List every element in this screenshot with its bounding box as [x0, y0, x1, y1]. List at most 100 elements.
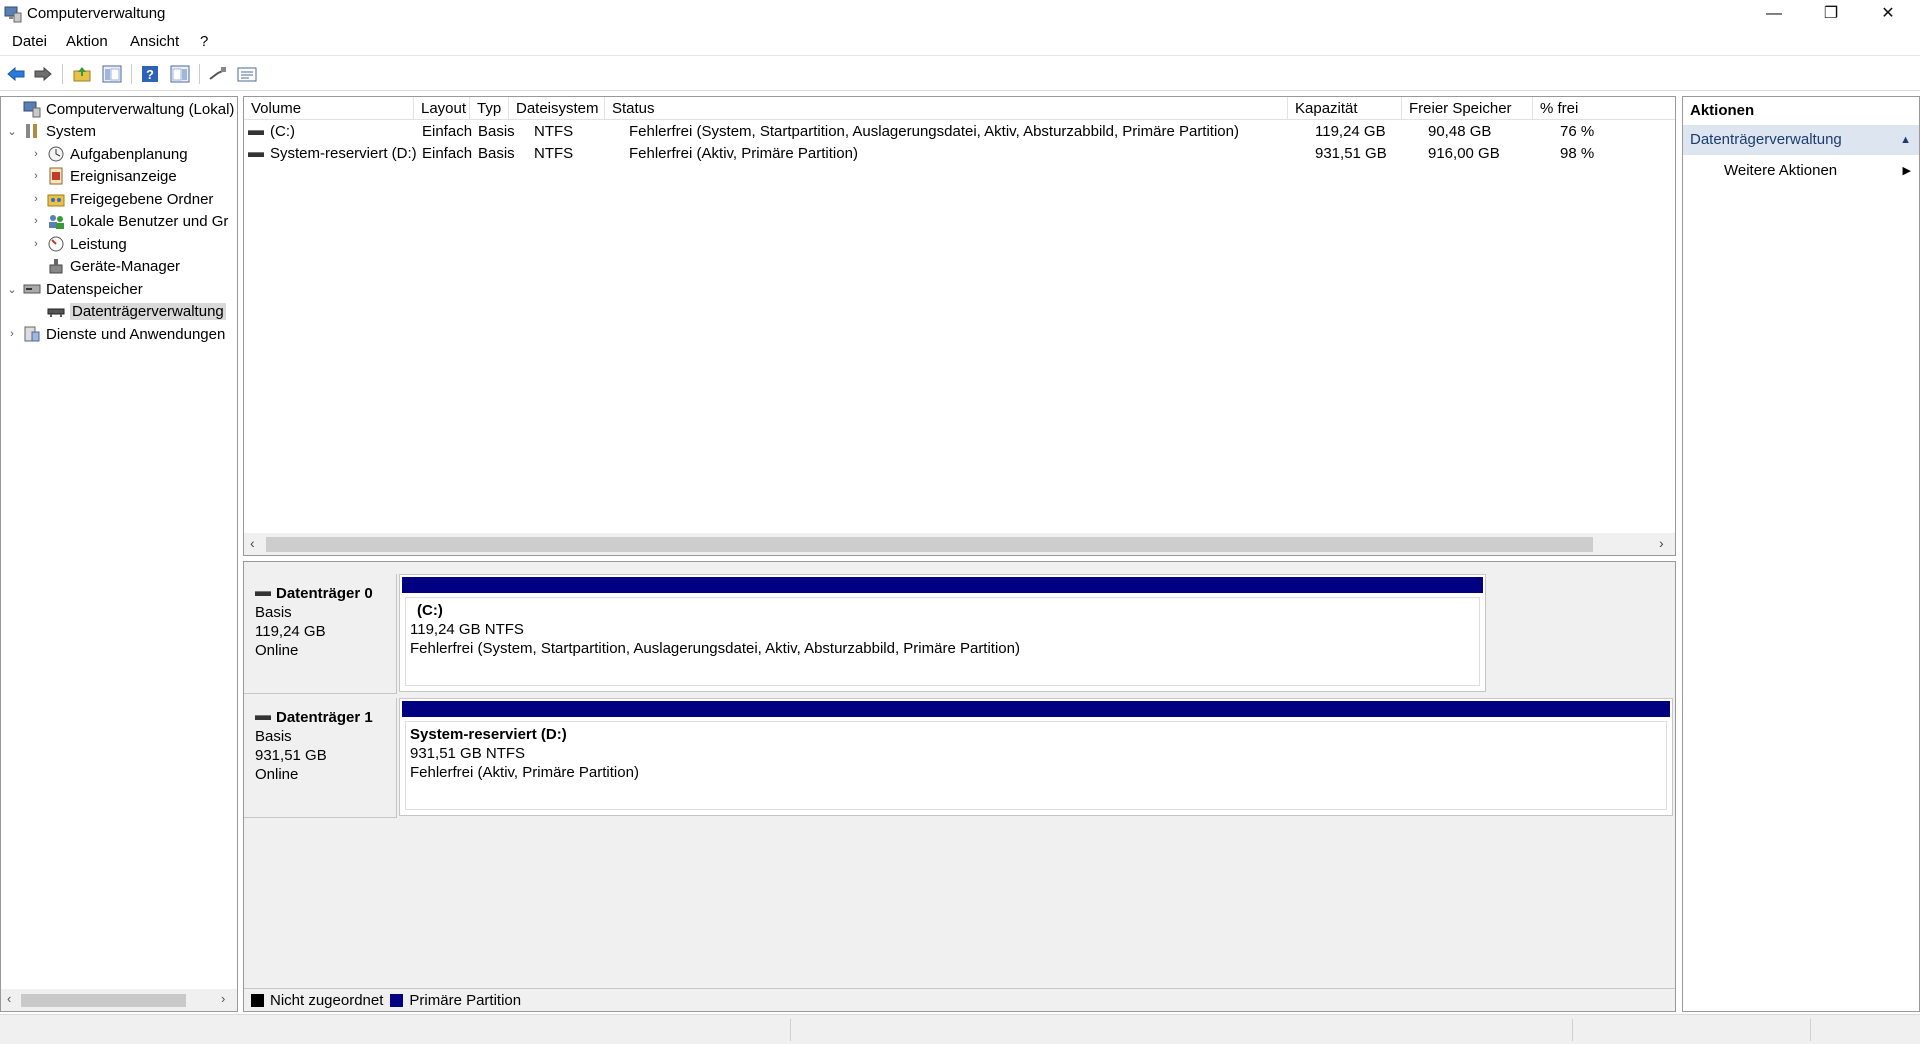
tree-item-label: Freigegebene Ordner: [70, 190, 214, 208]
table-row[interactable]: System-reserviert (D:) Einfach Basis NTF…: [244, 143, 1675, 165]
partition-c[interactable]: (C:) 119,24 GB NTFS Fehlerfrei (System, …: [399, 574, 1486, 692]
partition-d[interactable]: System-reserviert (D:) 931,51 GB NTFS Fe…: [399, 698, 1673, 816]
partition-d-details: System-reserviert (D:) 931,51 GB NTFS Fe…: [405, 721, 1667, 810]
status-divider: [790, 1019, 791, 1041]
actions-section-datentraegerverwaltung[interactable]: Datenträgerverwaltung ▲: [1683, 125, 1919, 155]
disk-icon: [255, 715, 271, 720]
scroll-left-icon[interactable]: ‹: [7, 991, 11, 1006]
toolbar-separator: [62, 64, 63, 84]
svg-text:?: ?: [146, 67, 154, 82]
cell-layout: Einfach: [422, 123, 473, 140]
storage-icon: [23, 284, 41, 294]
show-hide-console-tree-icon[interactable]: [101, 63, 123, 85]
expand-chevron-icon[interactable]: ›: [29, 238, 43, 250]
column-header-freier-speicher[interactable]: Freier Speicher: [1402, 97, 1533, 120]
actions-header: Aktionen: [1690, 102, 1755, 119]
scroll-right-icon[interactable]: ›: [221, 991, 225, 1006]
tree-item-computerverwaltung[interactable]: Computerverwaltung (Lokal): [5, 98, 234, 120]
expand-chevron-icon[interactable]: ›: [29, 193, 43, 205]
tree-item-label: Dienste und Anwendungen: [46, 325, 226, 343]
expand-chevron-icon[interactable]: ›: [29, 170, 43, 182]
tree-item-label: Geräte-Manager: [70, 257, 181, 275]
tree-horizontal-scrollbar[interactable]: ‹ ›: [1, 989, 237, 1011]
tree-item-label: Computerverwaltung (Lokal): [46, 100, 235, 118]
tree-item-aufgabenplanung[interactable]: › Aufgabenplanung: [29, 143, 188, 165]
primary-partition-bar: [402, 701, 1670, 717]
collapse-chevron-icon[interactable]: ⌄: [5, 125, 19, 138]
tree-item-lokale-benutzer[interactable]: › Lokale Benutzer und Gr: [29, 210, 228, 232]
menu-aktion[interactable]: Aktion: [66, 33, 108, 50]
minimize-button[interactable]: —: [1746, 0, 1802, 28]
column-header-status[interactable]: Status: [605, 97, 1288, 120]
disk-1-info[interactable]: Datenträger 1 Basis 931,51 GB Online: [244, 698, 397, 818]
tree-item-datentraegerverwaltung[interactable]: Datenträgerverwaltung: [29, 300, 226, 322]
status-divider: [1810, 1019, 1811, 1041]
cell-typ: Basis: [478, 145, 515, 162]
column-header-typ[interactable]: Typ: [470, 97, 509, 120]
forward-arrow-icon[interactable]: [32, 63, 54, 85]
disk-0-name: Datenträger 0: [255, 584, 396, 603]
tree-item-ereignisanzeige[interactable]: › Ereignisanzeige: [29, 165, 177, 187]
disk-0-info[interactable]: Datenträger 0 Basis 119,24 GB Online: [244, 574, 397, 694]
scroll-right-icon[interactable]: ›: [1659, 535, 1664, 551]
scrollbar-thumb[interactable]: [21, 994, 186, 1007]
help-icon[interactable]: ?: [139, 63, 161, 85]
tree-item-label: Leistung: [70, 235, 127, 253]
toolbar-separator: [199, 64, 200, 84]
tree-item-leistung[interactable]: › Leistung: [29, 233, 127, 255]
action-weitere-aktionen[interactable]: Weitere Aktionen ▶: [1683, 157, 1919, 185]
column-header-dateisystem[interactable]: Dateisystem: [509, 97, 605, 120]
cell-status: Fehlerfrei (System, Startpartition, Ausl…: [629, 123, 1239, 140]
collapse-up-icon[interactable]: ▲: [1900, 125, 1911, 155]
expand-chevron-icon[interactable]: ›: [5, 328, 19, 340]
event-viewer-icon: [49, 167, 63, 185]
disk-1-state: Online: [255, 766, 299, 783]
cell-dateisystem: NTFS: [534, 145, 574, 162]
column-header-layout[interactable]: Layout: [414, 97, 470, 120]
tree-item-system[interactable]: ⌄ System: [5, 120, 96, 142]
tree-item-freigegebene-ordner[interactable]: › Freigegebene Ordner: [29, 188, 213, 210]
column-header-kapazitaet[interactable]: Kapazität: [1288, 97, 1402, 120]
tree-item-geraete-manager[interactable]: Geräte-Manager: [29, 255, 180, 277]
maximize-button[interactable]: ❐: [1803, 0, 1859, 28]
connect-icon[interactable]: [207, 63, 229, 85]
computer-management-icon: [23, 101, 41, 118]
table-row[interactable]: (C:) Einfach Basis NTFS Fehlerfrei (Syst…: [244, 121, 1675, 143]
close-button[interactable]: ✕: [1860, 0, 1916, 28]
volume-icon: [248, 129, 264, 135]
column-header-prozent-frei[interactable]: % frei: [1533, 97, 1675, 120]
properties-icon[interactable]: [236, 63, 258, 85]
services-apps-icon: [24, 326, 40, 342]
volume-list-horizontal-scrollbar[interactable]: ‹ ›: [244, 533, 1675, 555]
shared-folders-icon: [47, 194, 65, 207]
tree-item-label: Datenträgerverwaltung: [70, 302, 226, 320]
task-scheduler-icon: [48, 146, 64, 162]
cell-typ: Basis: [478, 123, 515, 140]
collapse-chevron-icon[interactable]: ⌄: [5, 283, 19, 296]
volume-list-header: Volume Layout Typ Dateisystem Status Kap…: [244, 97, 1675, 120]
column-header-volume[interactable]: Volume: [244, 97, 414, 120]
expand-chevron-icon[interactable]: ›: [29, 148, 43, 160]
expand-chevron-icon[interactable]: ›: [29, 215, 43, 227]
show-hide-action-pane-icon[interactable]: [169, 63, 191, 85]
scroll-left-icon[interactable]: ‹: [250, 535, 255, 551]
legend-swatch-unallocated: [251, 994, 264, 1007]
up-folder-icon[interactable]: [71, 63, 93, 85]
legend: Nicht zugeordnet Primäre Partition: [244, 988, 1675, 1011]
cell-kapazitaet: 931,51 GB: [1315, 145, 1387, 162]
tree-item-datenspeicher[interactable]: ⌄ Datenspeicher: [5, 278, 142, 300]
scrollbar-thumb[interactable]: [266, 537, 1593, 552]
menu-ansicht[interactable]: Ansicht: [130, 33, 179, 50]
tree-item-label: Aufgabenplanung: [70, 145, 188, 163]
cell-status: Fehlerfrei (Aktiv, Primäre Partition): [629, 145, 858, 162]
menu-datei[interactable]: Datei: [12, 33, 47, 50]
actions-pane: Aktionen Datenträgerverwaltung ▲ Weitere…: [1682, 96, 1920, 1012]
disk-management-icon: [47, 308, 65, 317]
status-bar: [0, 1014, 1920, 1044]
back-arrow-icon[interactable]: [5, 63, 27, 85]
menu-help[interactable]: ?: [200, 33, 208, 50]
tree-item-dienste-anwendungen[interactable]: › Dienste und Anwendungen: [5, 323, 225, 345]
cell-layout: Einfach: [422, 145, 473, 162]
partition-status: Fehlerfrei (System, Startpartition, Ausl…: [410, 640, 1020, 657]
tree-item-label: System: [46, 122, 97, 140]
